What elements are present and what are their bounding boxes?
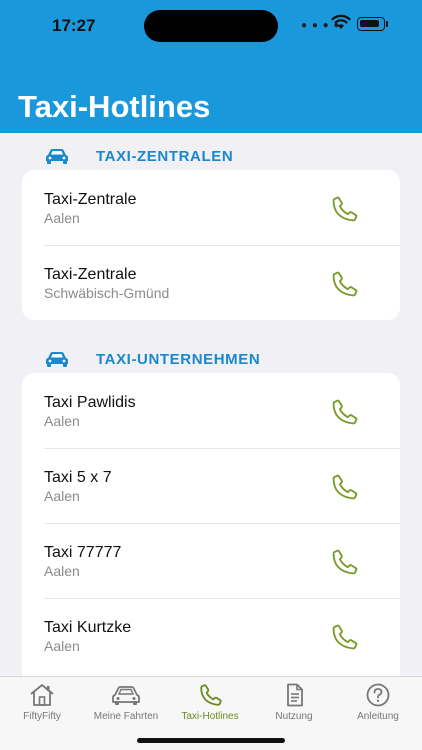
question-icon [366, 683, 390, 707]
hotline-list-unternehmen: Taxi Pawlidis Aalen Taxi 5 x 7 Aalen Tax… [22, 373, 400, 676]
phone-icon[interactable] [330, 623, 360, 651]
document-icon [287, 683, 303, 707]
list-item-name: Taxi 77777 [44, 544, 122, 561]
tab-fiftyfifty[interactable]: FiftyFifty [0, 683, 84, 722]
battery-tip [386, 21, 388, 27]
list-item-name: Taxi Kurtzke [44, 619, 132, 636]
phone-icon[interactable] [330, 398, 360, 426]
page-title: Taxi-Hotlines [18, 89, 211, 124]
dynamic-island [144, 10, 278, 42]
tab-label: Anleitung [357, 711, 399, 722]
list-item-name: Taxi 5 x 7 [44, 469, 112, 486]
section-title: TAXI-UNTERNEHMEN [96, 350, 261, 368]
home-indicator [137, 738, 285, 743]
phone-icon[interactable] [330, 270, 360, 298]
wifi-icon [331, 14, 351, 29]
list-item[interactable]: Taxi 5 x 7 Aalen [22, 448, 400, 523]
tab-meine-fahrten[interactable]: Meine Fahrten [84, 683, 168, 722]
hotline-list-zentralen: Taxi-Zentrale Aalen Taxi-Zentrale Schwäb… [22, 170, 400, 320]
list-item-name: Taxi-Zentrale [44, 191, 137, 208]
list-item-city: Aalen [44, 488, 80, 504]
section-title: TAXI-ZENTRALEN [96, 147, 234, 165]
car-icon [46, 352, 68, 367]
header-bar: 17:27 ● ● ● ● Taxi-Hotlines [0, 0, 422, 133]
tab-nutzung[interactable]: Nutzung [252, 683, 336, 722]
tab-label: Meine Fahrten [93, 711, 159, 722]
section-header-zentralen: TAXI-ZENTRALEN [44, 147, 233, 165]
phone-icon[interactable] [330, 195, 360, 223]
list-item-city: Schwäbisch-Gmünd [44, 285, 170, 301]
list-item[interactable]: Taxi Kurtzke Aalen [22, 598, 400, 673]
status-bar: 17:27 ● ● ● ● [0, 0, 422, 50]
list-item-city: Aalen [44, 210, 80, 226]
phone-icon [200, 684, 222, 706]
list-item-city: Aalen [44, 413, 80, 429]
phone-icon[interactable] [330, 473, 360, 501]
list-item[interactable]: Taxi Pawlidis Aalen [22, 373, 400, 448]
list-item[interactable]: Taxi 77777 Aalen [22, 523, 400, 598]
status-time: 17:27 [52, 16, 96, 35]
list-item-name: Taxi-Zentrale [44, 266, 137, 283]
list-item[interactable]: Taxi-Zentrale Schwäbisch-Gmünd [22, 245, 400, 320]
tab-anleitung[interactable]: Anleitung [336, 683, 420, 722]
tab-taxi-hotlines[interactable]: Taxi-Hotlines [168, 683, 252, 722]
section-header-unternehmen: TAXI-UNTERNEHMEN [44, 350, 260, 368]
battery-icon [357, 17, 385, 31]
car-icon [112, 686, 140, 705]
list-item-city: Aalen [44, 563, 80, 579]
tab-label: FiftyFifty [23, 711, 61, 722]
tab-label: Taxi-Hotlines [181, 711, 239, 722]
phone-icon[interactable] [330, 548, 360, 576]
list-item-city: Aalen [44, 638, 80, 654]
list-item[interactable]: Taxi-Zentrale Aalen [22, 170, 400, 245]
house-icon [30, 684, 54, 706]
car-icon [46, 149, 68, 164]
tab-label: Nutzung [275, 711, 313, 722]
list-item-name: Taxi Pawlidis [44, 394, 136, 411]
